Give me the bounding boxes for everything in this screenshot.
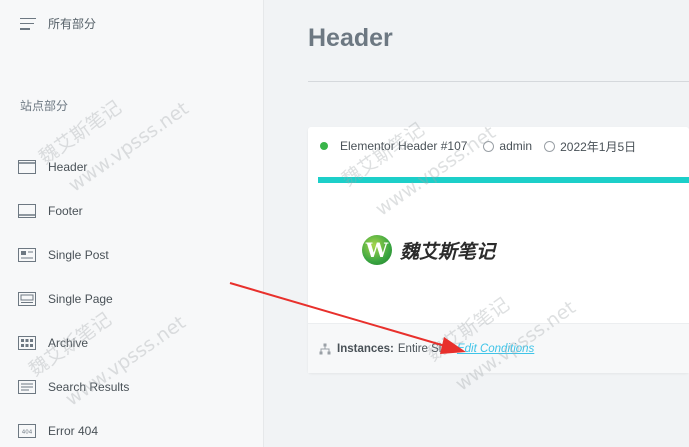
menu-icon: [20, 17, 36, 30]
site-logo: W 魏艾斯笔记: [362, 235, 495, 265]
site-parts-list: Header Footer Single Post Single Page Ar…: [18, 145, 129, 447]
all-sections-label: 所有部分: [48, 17, 97, 31]
header-layout-icon: [18, 160, 36, 174]
svg-text:404: 404: [22, 430, 33, 436]
site-parts-heading: 站点部分: [20, 99, 69, 113]
sidebar-item-footer[interactable]: Footer: [18, 189, 129, 233]
instances-label: Instances:: [337, 342, 394, 355]
sidebar-item-label: Header: [48, 160, 88, 174]
sidebar-item-single-page[interactable]: Single Page: [18, 277, 129, 321]
all-sections-nav[interactable]: 所有部分: [20, 15, 96, 32]
search-results-icon: [18, 380, 36, 394]
sidebar: 所有部分 站点部分 Header Footer Single Post Sing: [0, 0, 264, 447]
sidebar-item-label: Footer: [48, 204, 83, 218]
sidebar-item-label: Single Page: [48, 292, 113, 306]
user-icon: [483, 140, 495, 152]
single-post-icon: [18, 248, 36, 262]
sidebar-item-label: Search Results: [48, 380, 130, 394]
card-footer: Instances: Entire Site Edit Conditions: [308, 323, 689, 373]
clock-icon: [544, 140, 556, 152]
header-template-card[interactable]: Elementor Header #107 admin 2022年1月5日 W …: [308, 127, 689, 373]
template-title[interactable]: Elementor Header #107: [340, 139, 467, 153]
main-content: Header Elementor Header #107 admin 2022年…: [264, 0, 689, 447]
sidebar-item-header[interactable]: Header: [18, 145, 129, 189]
sidebar-item-error-404[interactable]: 404 Error 404: [18, 409, 129, 447]
card-header: Elementor Header #107 admin 2022年1月5日: [308, 127, 689, 165]
instances-value: Entire Site: [397, 342, 451, 355]
page-title: Header: [308, 24, 393, 52]
sidebar-item-archive[interactable]: Archive: [18, 321, 129, 365]
logo-text: 魏艾斯笔记: [400, 241, 496, 263]
status-dot-icon: [320, 142, 328, 150]
sidebar-item-label: Archive: [48, 336, 89, 350]
footer-layout-icon: [18, 204, 36, 218]
sitemap-icon: [319, 343, 331, 354]
sidebar-item-search-results[interactable]: Search Results: [18, 365, 129, 409]
author-name: admin: [499, 139, 533, 153]
sidebar-item-label: Single Post: [48, 248, 109, 262]
wordpress-logo-icon: W: [362, 235, 392, 265]
sidebar-item-label: Error 404: [48, 424, 99, 438]
edit-conditions-link[interactable]: Edit Conditions: [457, 343, 534, 355]
error-404-icon: 404: [18, 424, 36, 438]
single-page-icon: [18, 292, 36, 306]
archive-grid-icon: [18, 336, 36, 350]
title-divider: [308, 81, 689, 82]
publish-date: 2022年1月5日: [560, 139, 637, 154]
sidebar-item-single-post[interactable]: Single Post: [18, 233, 129, 277]
